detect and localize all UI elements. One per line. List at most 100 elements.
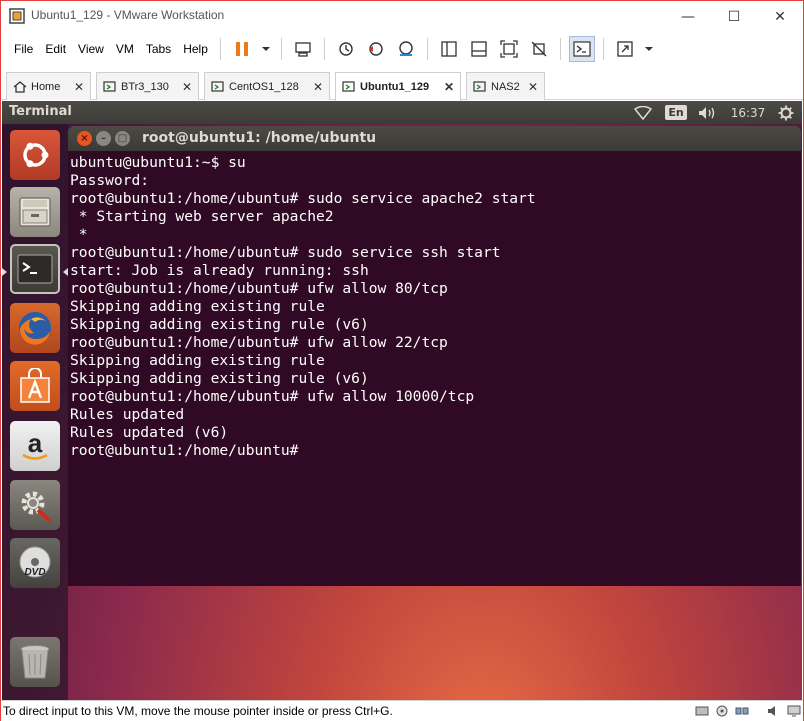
firefox-icon [19,312,51,345]
terminal-output[interactable]: ubuntu@ubuntu1:~$ su Password: root@ubuntu… [70,154,799,584]
vmware-window: Ubuntu1_129 - VMware Workstation — ☐ ✕ F… [0,0,804,721]
launcher-files[interactable] [10,187,60,237]
close-icon[interactable]: ✕ [180,80,194,94]
home-icon [13,80,27,93]
snapshot-manager-button[interactable] [393,36,419,62]
network-adapter-icon[interactable] [735,705,749,717]
terminal-minimize-button[interactable]: – [96,131,111,146]
launcher-dvd[interactable]: DVD [10,538,60,588]
terminal-icon [17,254,53,284]
menu-vm[interactable]: VM [110,42,140,56]
show-library-button[interactable] [436,36,462,62]
terminal-line: Skipping adding existing rule [70,298,325,315]
launcher-system-settings[interactable] [10,480,60,530]
ubuntu-top-panel: Terminal En 16:37 [2,101,802,124]
gear-icon [778,105,794,120]
vm-icon [473,80,486,92]
tab-home[interactable]: Home ✕ [6,72,91,100]
terminal-close-button[interactable]: × [77,131,92,146]
sound-card-icon[interactable] [767,705,781,717]
session-indicator[interactable] [776,104,796,121]
maximize-icon: ☐ [727,8,741,25]
close-icon[interactable]: ✕ [442,80,456,94]
sound-indicator[interactable] [696,104,720,121]
network-indicator[interactable] [632,104,654,121]
toolbar-separator [219,38,221,60]
launcher-amazon[interactable]: a [10,421,60,471]
menu-help[interactable]: Help [177,42,214,56]
unity-button[interactable] [526,36,552,62]
launcher-trash[interactable] [10,637,60,687]
status-bar: To direct input to this VM, move the mou… [1,700,803,721]
tab-label: BTr3_130 [121,80,169,93]
terminal-line: start: Job is already running: ssh [70,262,369,279]
terminal-line: root@ubuntu1:/home/ubuntu# ufw allow 80/… [70,280,448,297]
terminal-line: Password: [70,172,150,189]
unity-icon [531,41,547,57]
terminal-line: ubuntu@ubuntu1:~$ su [70,154,246,171]
terminal-line: root@ubuntu1:/home/ubuntu# sudo service … [70,190,536,207]
minimize-icon: – [101,133,106,144]
clock-indicator[interactable]: 16:37 [728,104,768,121]
menu-file[interactable]: File [8,42,39,56]
suspend-button[interactable] [229,36,255,62]
revert-snapshot-button[interactable] [363,36,389,62]
launcher-firefox[interactable] [10,303,60,353]
software-center-icon [20,368,50,403]
menu-edit[interactable]: Edit [39,42,72,56]
vm-console[interactable]: Terminal En 16:37 a DVD × – □ root@ubunt… [2,101,802,700]
send-ctrl-alt-del-button[interactable] [290,36,316,62]
console-view-button[interactable] [568,36,595,62]
cd-rom-icon[interactable] [715,705,729,717]
terminal-line: root@ubuntu1:/home/ubuntu# sudo service … [70,244,501,261]
fullscreen-icon [500,40,518,58]
minimize-button[interactable]: — [665,1,711,32]
toolbar-separator [559,38,561,60]
launcher-ubuntu-dash[interactable] [10,130,60,180]
power-dropdown[interactable] [259,36,273,62]
hard-disk-icon[interactable] [695,705,709,717]
chevron-down-icon [261,47,270,51]
close-icon: × [80,133,89,144]
thumbnail-bar-button[interactable] [466,36,492,62]
terminal-line: root@ubuntu1:/home/ubuntu# ufw allow 100… [70,388,475,405]
trash-icon [20,645,50,679]
snapshot-button[interactable] [333,36,359,62]
menu-tabs[interactable]: Tabs [140,42,177,56]
terminal-title-bar[interactable]: × – □ root@ubuntu1: /home/ubuntu [68,126,801,151]
close-button[interactable]: ✕ [757,1,803,32]
stretch-dropdown[interactable] [642,36,656,62]
keyboard-indicator[interactable]: En [665,104,687,121]
close-icon: ✕ [774,8,786,25]
snapshot-icon [339,42,353,56]
terminal-line: Rules updated (v6) [70,424,229,441]
tab-ubuntu1-129[interactable]: Ubuntu1_129 ✕ [335,72,461,101]
close-icon[interactable]: ✕ [72,80,86,94]
launcher-software-center[interactable] [10,361,60,411]
menu-view[interactable]: View [72,42,110,56]
toolbar-separator [323,38,325,60]
wifi-icon [634,105,652,120]
vm-tab-bar: Home ✕ BTr3_130 ✕ CentOS1_128 ✕ Ubuntu1_… [1,66,803,101]
svg-text:a: a [28,428,43,458]
tab-centos1-128[interactable]: CentOS1_128 ✕ [204,72,330,100]
maximize-icon: □ [117,133,128,144]
full-screen-button[interactable] [496,36,522,62]
vm-icon [342,81,355,92]
tab-nas2[interactable]: NAS2 ✕ [466,72,545,100]
chevron-down-icon [644,47,653,51]
close-icon[interactable]: ✕ [526,80,540,94]
tab-label: Home [31,80,61,93]
svg-text:DVD: DVD [24,567,45,578]
display-icon[interactable] [787,705,801,717]
close-icon[interactable]: ✕ [311,80,325,94]
launcher-terminal[interactable] [10,244,60,294]
terminal-maximize-button[interactable]: □ [115,131,130,146]
maximize-button[interactable]: ☐ [711,1,757,32]
tab-btr3-130[interactable]: BTr3_130 ✕ [96,72,199,100]
stretch-guest-button[interactable] [612,36,638,62]
terminal-window[interactable]: × – □ root@ubuntu1: /home/ubuntu ubuntu@… [68,126,801,586]
vm-icon [103,80,116,92]
terminal-line: * Starting web server apache2 [70,208,334,225]
tab-label: Ubuntu1_129 [360,81,430,93]
